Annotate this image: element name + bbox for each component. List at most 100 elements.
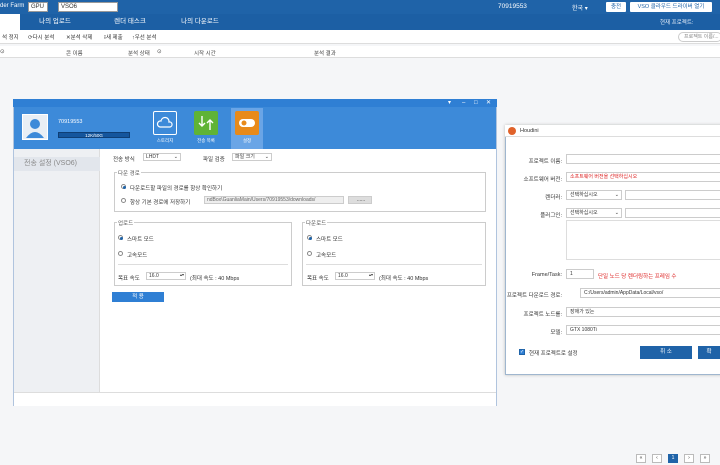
avatar[interactable]	[22, 114, 48, 140]
first-page-button[interactable]: «	[636, 454, 646, 463]
transfer-mode-select[interactable]: LHDT ⌄	[143, 153, 181, 161]
new-submit-label: 새 제출	[105, 35, 123, 41]
download-smart-radio[interactable]	[307, 235, 312, 240]
window-username: 70919553	[58, 119, 83, 125]
select-all-checkbox[interactable]: ⊙	[0, 49, 5, 55]
column-start-time[interactable]: 시작 시간	[194, 49, 216, 57]
set-current-project-label[interactable]: 현재 프로젝트로 설정	[529, 349, 578, 357]
language-select[interactable]: 한국 ▾	[572, 3, 588, 12]
settings-button[interactable]	[235, 111, 259, 135]
download-speed-value: 16.0	[338, 273, 348, 279]
download-fast-radio[interactable]	[307, 251, 312, 256]
reanalyze-label: 다시 분석	[32, 35, 55, 41]
set-current-project-checkbox[interactable]: ✓	[519, 349, 525, 355]
tab-my-download[interactable]: 나의 다운로드	[165, 14, 235, 30]
window-footer	[14, 392, 496, 406]
transfer-mode-value: LHDT	[146, 154, 160, 160]
stop-analysis-button[interactable]: 석 정지	[2, 33, 19, 41]
close-icon[interactable]: ✕	[486, 99, 491, 107]
column-analysis-result[interactable]: 분석 결과	[314, 49, 336, 57]
path-option2-label[interactable]: 항상 기본 경로에 저장하기	[130, 198, 190, 206]
charge-button[interactable]: 충전	[606, 2, 626, 12]
column-name[interactable]: 콘 이름	[66, 49, 83, 57]
transfer-list-label: 전송 목록	[197, 138, 215, 143]
page-1-button[interactable]: 1	[668, 454, 678, 463]
path-option1-label[interactable]: 다운로드할 파일의 경로를 항상 확인하기	[130, 184, 222, 192]
tab-render-task[interactable]: 렌더 태스크	[95, 14, 165, 30]
houdini-title: Houdini	[520, 128, 539, 134]
sort-icon[interactable]: ⊙	[157, 49, 162, 55]
divider	[306, 264, 482, 265]
frame-task-input[interactable]: 1	[566, 269, 594, 279]
plugin-list[interactable]	[566, 220, 720, 260]
download-smart-label[interactable]: 스마트 모드	[316, 235, 343, 243]
storage-label: 스토리지	[156, 138, 174, 143]
priority-analysis-label: 우선 분석	[134, 35, 157, 41]
priority-analysis-button[interactable]: ↑우선 분석	[132, 33, 157, 41]
path-option1-radio[interactable]	[121, 184, 126, 189]
user-icon	[26, 119, 44, 138]
download-speed-stepper[interactable]: 16.0 ▴▾	[335, 272, 375, 280]
software-version-select[interactable]: 소프트웨어 버전을 선택하십시오	[566, 172, 720, 182]
last-page-button[interactable]: »	[700, 454, 710, 463]
stepper-arrows-icon: ▴▾	[368, 272, 373, 277]
column-analysis-status[interactable]: 분석 상태	[128, 49, 150, 57]
frame-task-label: Frame/Task:	[531, 272, 562, 278]
tab-my-upload[interactable]: 나의 업로드	[20, 14, 90, 30]
ok-button[interactable]: 확	[698, 346, 720, 359]
gpu-select[interactable]: GPU	[28, 2, 48, 12]
upload-speed-value: 16.0	[149, 273, 159, 279]
settings-sidebar: 전송 설정 (VSO6)	[14, 149, 100, 392]
download-path-field[interactable]: ndBox\GuanliaMain/Users/70919553/downloa…	[204, 196, 344, 204]
dropdown-icon[interactable]: ▾	[448, 99, 451, 107]
minimize-icon[interactable]: –	[462, 99, 465, 107]
file-check-value: 파일 크기	[235, 154, 255, 160]
next-page-button[interactable]: ›	[684, 454, 694, 463]
download-max-speed-label: (최대 속도 : 40 Mbps	[379, 276, 429, 282]
download-path-label: 프로젝트 다운로드 경로:	[506, 293, 562, 299]
apply-button[interactable]: 적 용	[112, 292, 164, 302]
path-group	[114, 172, 486, 212]
plugin-version-input[interactable]	[625, 208, 720, 218]
maximize-icon[interactable]: □	[474, 99, 478, 107]
node-select[interactable]: 장애가 있는	[566, 307, 720, 317]
upload-max-speed-label: (최대 속도 : 40 Mbps	[190, 276, 240, 282]
transfer-mode-label: 전송 방식	[113, 157, 135, 163]
transfer-icon	[198, 116, 214, 130]
transfer-list-button[interactable]	[194, 111, 218, 135]
download-fast-label[interactable]: 고속모드	[316, 251, 336, 259]
plugin-value: 선택하십시오	[570, 210, 598, 216]
plugin-select[interactable]: 선택하십시오 ⌄	[566, 208, 622, 218]
cancel-button[interactable]: 취 소	[640, 346, 692, 359]
username-label[interactable]: 70919553	[498, 3, 527, 10]
tab-analysis[interactable]	[0, 14, 20, 30]
browse-button[interactable]: ......	[348, 196, 372, 204]
upload-fast-label[interactable]: 고속모드	[127, 251, 147, 259]
file-check-select[interactable]: 파일 크기 ⌄	[232, 153, 272, 161]
project-name-input[interactable]	[566, 154, 720, 164]
chevron-down-icon: ⌄	[614, 192, 619, 198]
window-titlebar[interactable]	[13, 99, 497, 107]
upload-smart-label[interactable]: 스마트 모드	[127, 235, 154, 243]
project-download-path-input[interactable]: C:/Users/admin/AppData/Local/vso/	[580, 288, 720, 298]
renderer-value: 선택하십시오	[570, 192, 598, 198]
sidebar-item-transfer-settings[interactable]: 전송 설정 (VSO6)	[14, 157, 100, 171]
reanalyze-button[interactable]: ⟳다시 분석	[28, 33, 54, 41]
open-cloud-drive-button[interactable]: VSO 클라우드 드라이버 열기	[630, 2, 712, 12]
renderer-version-input[interactable]	[625, 190, 720, 200]
project-name-label: 프로젝트 이름:	[528, 159, 562, 165]
path-option2-radio[interactable]	[121, 198, 126, 203]
prev-page-button[interactable]: ‹	[652, 454, 662, 463]
delete-analysis-label: 분석 삭제	[70, 35, 93, 41]
upload-speed-stepper[interactable]: 16.0 ▴▾	[146, 272, 186, 280]
model-select[interactable]: GTX 1080Ti	[566, 325, 720, 335]
delete-analysis-button[interactable]: ✕분석 삭제	[66, 33, 92, 41]
model-label: 모델:	[550, 330, 562, 336]
renderer-select[interactable]: 선택하십시오 ⌄	[566, 190, 622, 200]
upload-fast-radio[interactable]	[118, 251, 123, 256]
search-input[interactable]: 프로젝트 이름/...	[678, 32, 720, 42]
new-submit-button[interactable]: ⭱새 제출	[104, 33, 123, 43]
upload-smart-radio[interactable]	[118, 235, 123, 240]
storage-button[interactable]	[153, 111, 177, 135]
version-select[interactable]: VSO6	[58, 2, 118, 12]
